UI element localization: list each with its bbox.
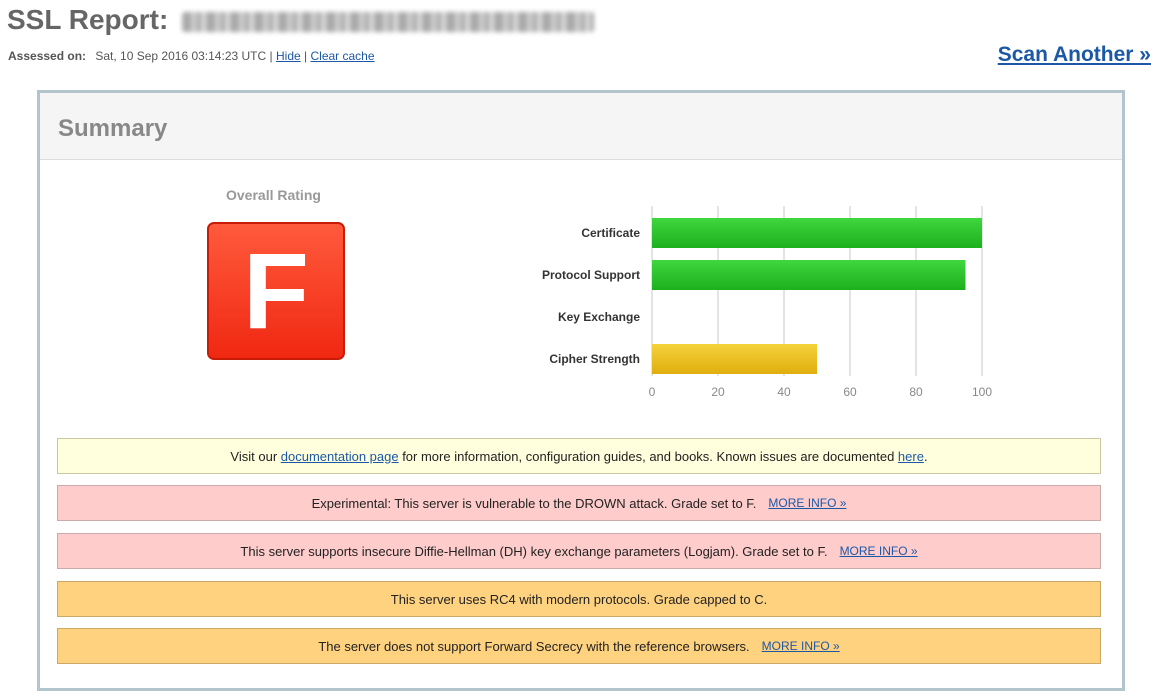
notice-text: Visit our	[230, 448, 281, 464]
category-label: Key Exchange	[558, 310, 640, 324]
separator: |	[304, 49, 308, 63]
documentation-link[interactable]: documentation page	[281, 449, 399, 464]
category-label: Cipher Strength	[549, 352, 640, 366]
bar-certificate	[652, 218, 982, 248]
notice-yellow: Visit our documentation page for more in…	[57, 438, 1101, 474]
notice-red: Experimental: This server is vulnerable …	[57, 485, 1101, 521]
summary-panel: Summary Overall Rating F 0 20 40 60 80 100 Cer…	[37, 90, 1125, 691]
notice-text: This server uses RC4 with modern protoco…	[390, 591, 768, 607]
notice-red: This server supports insecure Diffie-Hel…	[57, 533, 1101, 569]
separator: |	[269, 49, 273, 63]
page-title: SSL Report:	[7, 4, 595, 36]
category-label: Certificate	[581, 226, 640, 240]
x-tick-label: 20	[711, 385, 725, 399]
x-tick-label: 60	[843, 385, 857, 399]
notice-text: for more information, configuration guid…	[398, 448, 898, 464]
x-tick-label: 40	[777, 385, 791, 399]
x-tick-label: 0	[649, 385, 656, 399]
hide-link[interactable]: Hide	[276, 49, 301, 63]
more-info-link[interactable]: MORE INFO »	[768, 496, 846, 510]
assessed-info: Assessed on: Sat, 10 Sep 2016 03:14:23 U…	[8, 49, 375, 63]
clear-cache-link[interactable]: Clear cache	[310, 49, 374, 63]
bar-protocol-support	[652, 260, 966, 290]
assessed-date: Sat, 10 Sep 2016 03:14:23 UTC	[95, 49, 267, 63]
known-issues-link[interactable]: here	[898, 449, 924, 464]
x-tick-label: 100	[972, 385, 992, 399]
bar-cipher-strength	[652, 344, 817, 374]
notice-text: The server does not support Forward Secr…	[318, 638, 750, 654]
notice-orange: The server does not support Forward Secr…	[57, 628, 1101, 664]
more-info-link[interactable]: MORE INFO »	[762, 639, 840, 653]
more-info-link[interactable]: MORE INFO »	[840, 544, 918, 558]
score-chart: 0 20 40 60 80 100 Certificate Protocol Support K…	[542, 206, 992, 399]
category-label: Protocol Support	[542, 268, 640, 282]
page-title-text: SSL Report:	[7, 4, 169, 35]
notice-text: Experimental: This server is vulnerable …	[311, 495, 757, 511]
redacted-hostname	[182, 11, 595, 32]
notice-text: .	[923, 448, 928, 464]
scan-another-link[interactable]: Scan Another »	[998, 43, 1151, 67]
notice-orange: This server uses RC4 with modern protoco…	[57, 581, 1101, 617]
x-tick-label: 80	[909, 385, 923, 399]
assessed-label: Assessed on:	[8, 49, 87, 63]
notice-text: This server supports insecure Diffie-Hel…	[240, 543, 828, 559]
